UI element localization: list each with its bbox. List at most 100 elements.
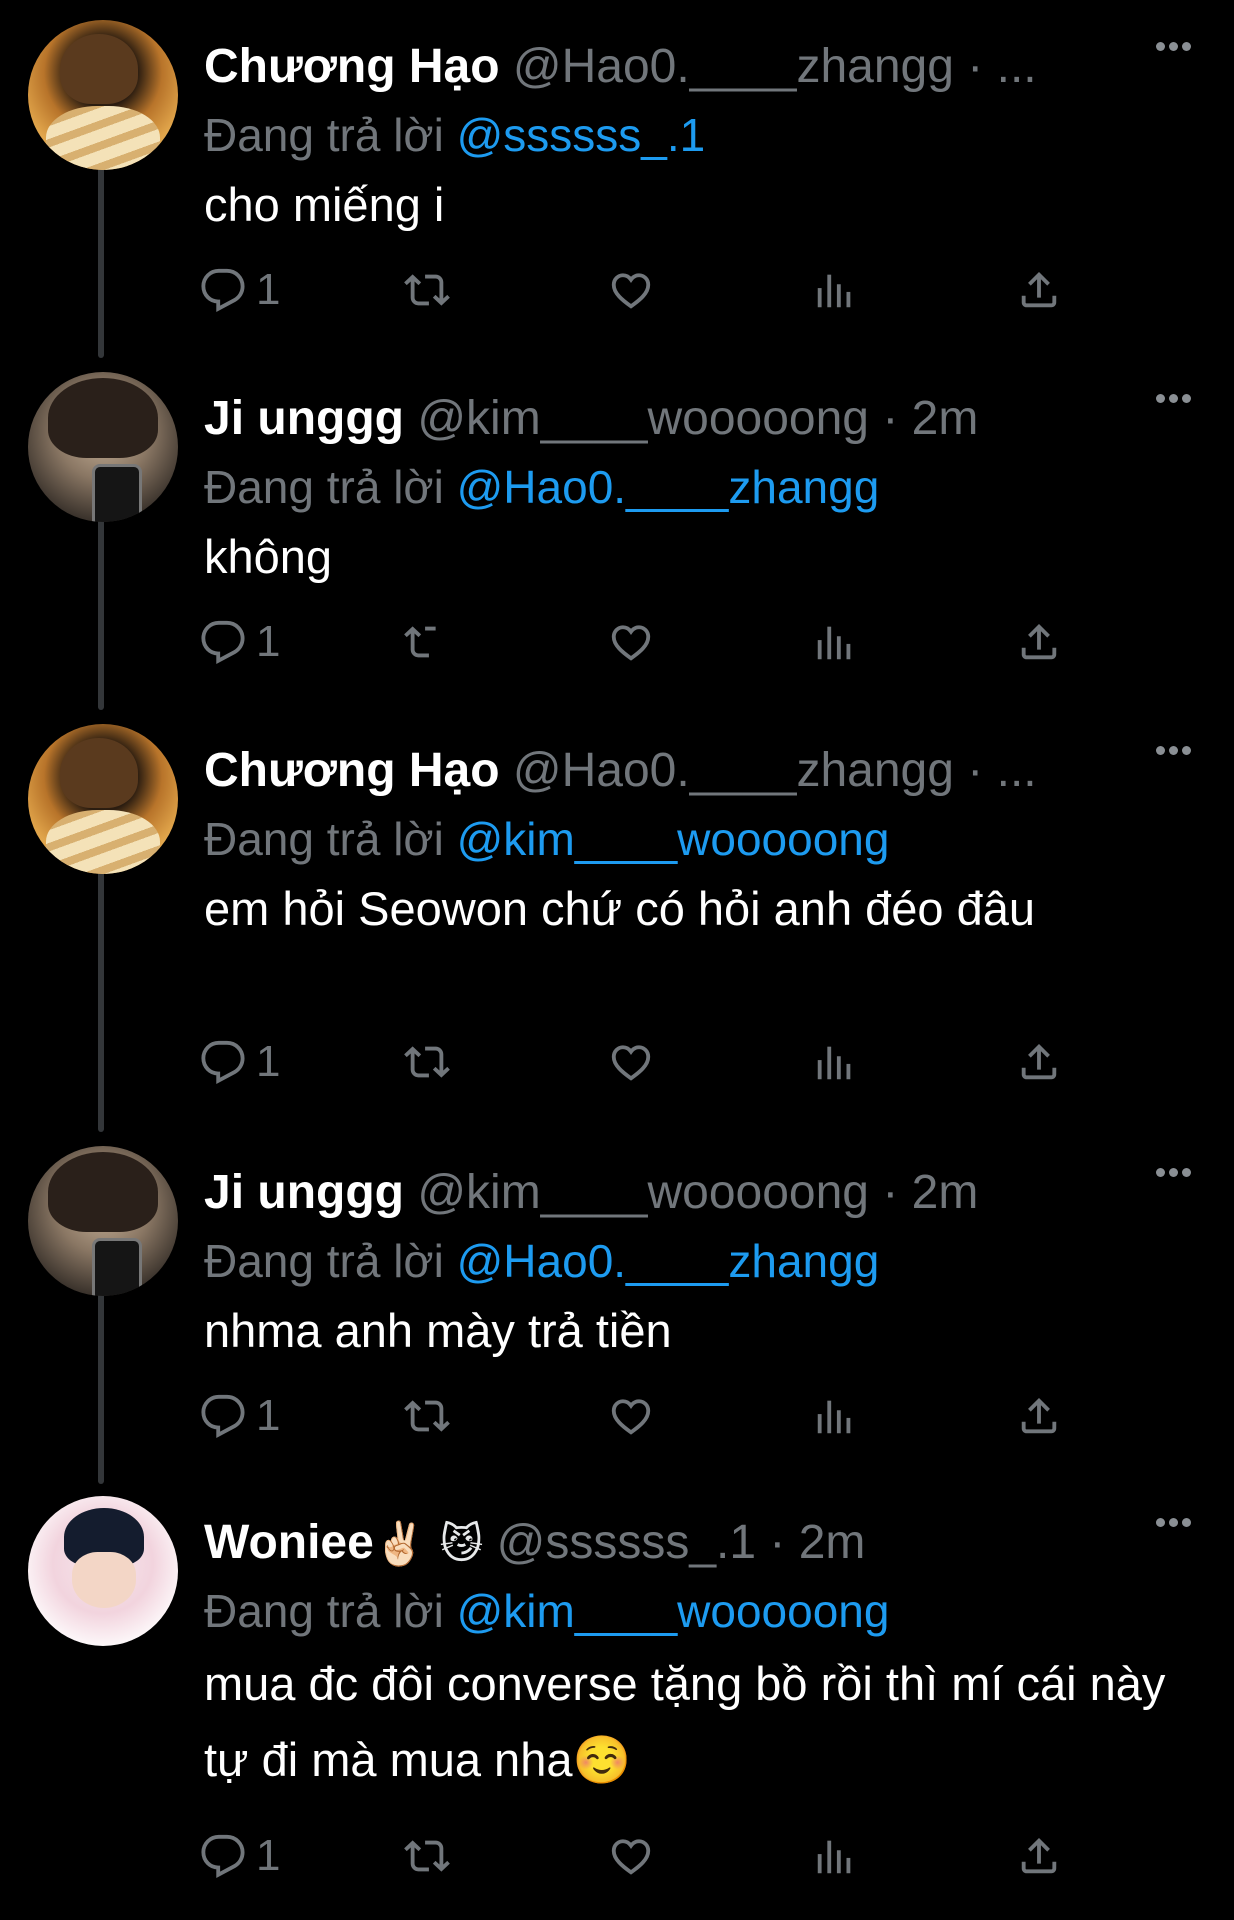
separator-dot: · bbox=[967, 744, 984, 797]
share-button[interactable] bbox=[1016, 1032, 1062, 1092]
action-bar: 1 bbox=[200, 1826, 1100, 1886]
share-icon bbox=[1021, 1043, 1057, 1080]
retweet-icon bbox=[404, 1400, 450, 1432]
avatar[interactable] bbox=[28, 724, 178, 874]
like-button[interactable] bbox=[608, 260, 654, 320]
share-icon bbox=[1021, 623, 1057, 660]
views-button[interactable] bbox=[812, 1826, 858, 1886]
retweet-button[interactable] bbox=[404, 1386, 450, 1446]
views-button[interactable] bbox=[812, 260, 858, 320]
replying-to-label: Đang trả lời bbox=[204, 461, 444, 513]
reply-mention-link[interactable]: @kim____wooooong bbox=[457, 813, 890, 865]
reply-mention-link[interactable]: @ssssss_.1 bbox=[457, 109, 706, 161]
retweet-button[interactable] bbox=[404, 612, 450, 672]
reply-icon bbox=[201, 1040, 245, 1084]
reply-button[interactable]: 1 bbox=[200, 1032, 280, 1092]
tweet-header: Ji unggg @kim____wooooong · 2m bbox=[204, 386, 1234, 456]
avatar[interactable] bbox=[28, 1146, 178, 1296]
like-button[interactable] bbox=[608, 612, 654, 672]
tweet-header: Woniee✌🏻 😼 @ssssss_.1 · 2m bbox=[204, 1510, 1234, 1580]
reply-icon bbox=[201, 1394, 245, 1438]
tweet[interactable]: Chương Hạo @Hao0.____zhangg · ... Đang t… bbox=[0, 20, 1234, 320]
avatar[interactable] bbox=[28, 1496, 178, 1646]
more-icon[interactable] bbox=[1156, 1168, 1192, 1180]
tweet-thread: Chương Hạo @Hao0.____zhangg · ... Đang t… bbox=[0, 0, 1234, 1920]
more-icon[interactable] bbox=[1156, 394, 1192, 406]
share-button[interactable] bbox=[1016, 1386, 1062, 1446]
tweet[interactable]: Ji unggg @kim____wooooong · 2m Đang trả … bbox=[0, 372, 1234, 672]
display-name-emoji: ✌🏻 😼 bbox=[373, 1519, 484, 1568]
separator-dot: · bbox=[882, 392, 899, 445]
tweet-header: Chương Hạo @Hao0.____zhangg · ... bbox=[204, 738, 1234, 808]
replying-to-label: Đang trả lời bbox=[204, 109, 444, 161]
display-name[interactable]: Woniee bbox=[204, 1516, 374, 1569]
tweet-header: Ji unggg @kim____wooooong · 2m bbox=[204, 1160, 1234, 1230]
reply-button[interactable]: 1 bbox=[200, 612, 280, 672]
timestamp[interactable]: 2m bbox=[912, 1166, 979, 1219]
avatar[interactable] bbox=[28, 372, 178, 522]
replying-to-label: Đang trả lời bbox=[204, 1585, 444, 1637]
retweet-button[interactable] bbox=[404, 1032, 450, 1092]
heart-icon bbox=[611, 1045, 651, 1081]
action-bar: 1 bbox=[200, 1386, 1100, 1446]
views-button[interactable] bbox=[812, 612, 858, 672]
reply-mention-link[interactable]: @Hao0.____zhangg bbox=[457, 1235, 880, 1287]
avatar[interactable] bbox=[28, 20, 178, 170]
tweet[interactable]: Ji unggg @kim____wooooong · 2m Đang trả … bbox=[0, 1146, 1234, 1446]
tweet[interactable]: Chương Hạo @Hao0.____zhangg · ... Đang t… bbox=[0, 724, 1234, 1094]
timestamp[interactable]: ... bbox=[997, 40, 1037, 93]
user-handle[interactable]: @kim____wooooong bbox=[417, 392, 869, 445]
timestamp[interactable]: 2m bbox=[799, 1516, 866, 1569]
display-name[interactable]: Chương Hạo bbox=[204, 40, 500, 93]
reply-button[interactable]: 1 bbox=[200, 260, 280, 320]
reply-button[interactable]: 1 bbox=[200, 1826, 280, 1886]
share-button[interactable] bbox=[1016, 612, 1062, 672]
reply-icon bbox=[201, 1834, 245, 1878]
share-icon bbox=[1021, 1397, 1057, 1434]
user-handle[interactable]: @kim____wooooong bbox=[417, 1166, 869, 1219]
timestamp[interactable]: 2m bbox=[912, 392, 979, 445]
display-name[interactable]: Ji unggg bbox=[204, 392, 404, 445]
separator-dot: · bbox=[882, 1166, 899, 1219]
replying-to-label: Đang trả lời bbox=[204, 1235, 444, 1287]
reply-icon bbox=[201, 620, 245, 664]
reply-button[interactable]: 1 bbox=[200, 1386, 280, 1446]
replying-to: Đang trả lời @kim____wooooong bbox=[204, 1578, 889, 1644]
like-button[interactable] bbox=[608, 1386, 654, 1446]
like-button[interactable] bbox=[608, 1032, 654, 1092]
reply-mention-link[interactable]: @kim____wooooong bbox=[457, 1585, 890, 1637]
like-button[interactable] bbox=[608, 1826, 654, 1886]
action-bar: 1 bbox=[200, 260, 1100, 320]
reply-mention-link[interactable]: @Hao0.____zhangg bbox=[457, 461, 880, 513]
views-icon bbox=[817, 1840, 851, 1874]
user-handle[interactable]: @ssssss_.1 bbox=[497, 1516, 756, 1569]
reply-count: 1 bbox=[256, 1831, 281, 1880]
views-icon bbox=[817, 1046, 851, 1080]
views-button[interactable] bbox=[812, 1386, 858, 1446]
more-icon[interactable] bbox=[1156, 1518, 1192, 1530]
reply-count: 1 bbox=[256, 265, 281, 314]
share-button[interactable] bbox=[1016, 260, 1062, 320]
heart-icon bbox=[611, 625, 651, 661]
user-handle[interactable]: @Hao0.____zhangg bbox=[513, 40, 954, 93]
display-name[interactable]: Chương Hạo bbox=[204, 744, 500, 797]
views-button[interactable] bbox=[812, 1032, 858, 1092]
tweet-text: mua đc đôi converse tặng bồ rồi thì mí c… bbox=[204, 1657, 1166, 1786]
share-icon bbox=[1021, 271, 1057, 308]
tweet[interactable]: Woniee✌🏻 😼 @ssssss_.1 · 2m Đang trả lời … bbox=[0, 1496, 1234, 1896]
more-icon[interactable] bbox=[1156, 746, 1192, 758]
tweet-header: Chương Hạo @Hao0.____zhangg · ... bbox=[204, 34, 1234, 104]
user-handle[interactable]: @Hao0.____zhangg bbox=[513, 744, 954, 797]
action-bar: 1 bbox=[200, 1032, 1100, 1092]
share-button[interactable] bbox=[1016, 1826, 1062, 1886]
tweet-text: không bbox=[204, 530, 333, 583]
tweet-text: nhma anh mày trả tiền bbox=[204, 1304, 672, 1357]
timestamp[interactable]: ... bbox=[997, 744, 1037, 797]
reply-count: 1 bbox=[256, 1391, 281, 1440]
replying-to: Đang trả lời @kim____wooooong bbox=[204, 806, 889, 872]
display-name[interactable]: Ji unggg bbox=[204, 1166, 404, 1219]
retweet-button[interactable] bbox=[404, 260, 450, 320]
retweet-button[interactable] bbox=[404, 1826, 450, 1886]
more-icon[interactable] bbox=[1156, 42, 1192, 54]
views-icon bbox=[817, 1400, 851, 1434]
